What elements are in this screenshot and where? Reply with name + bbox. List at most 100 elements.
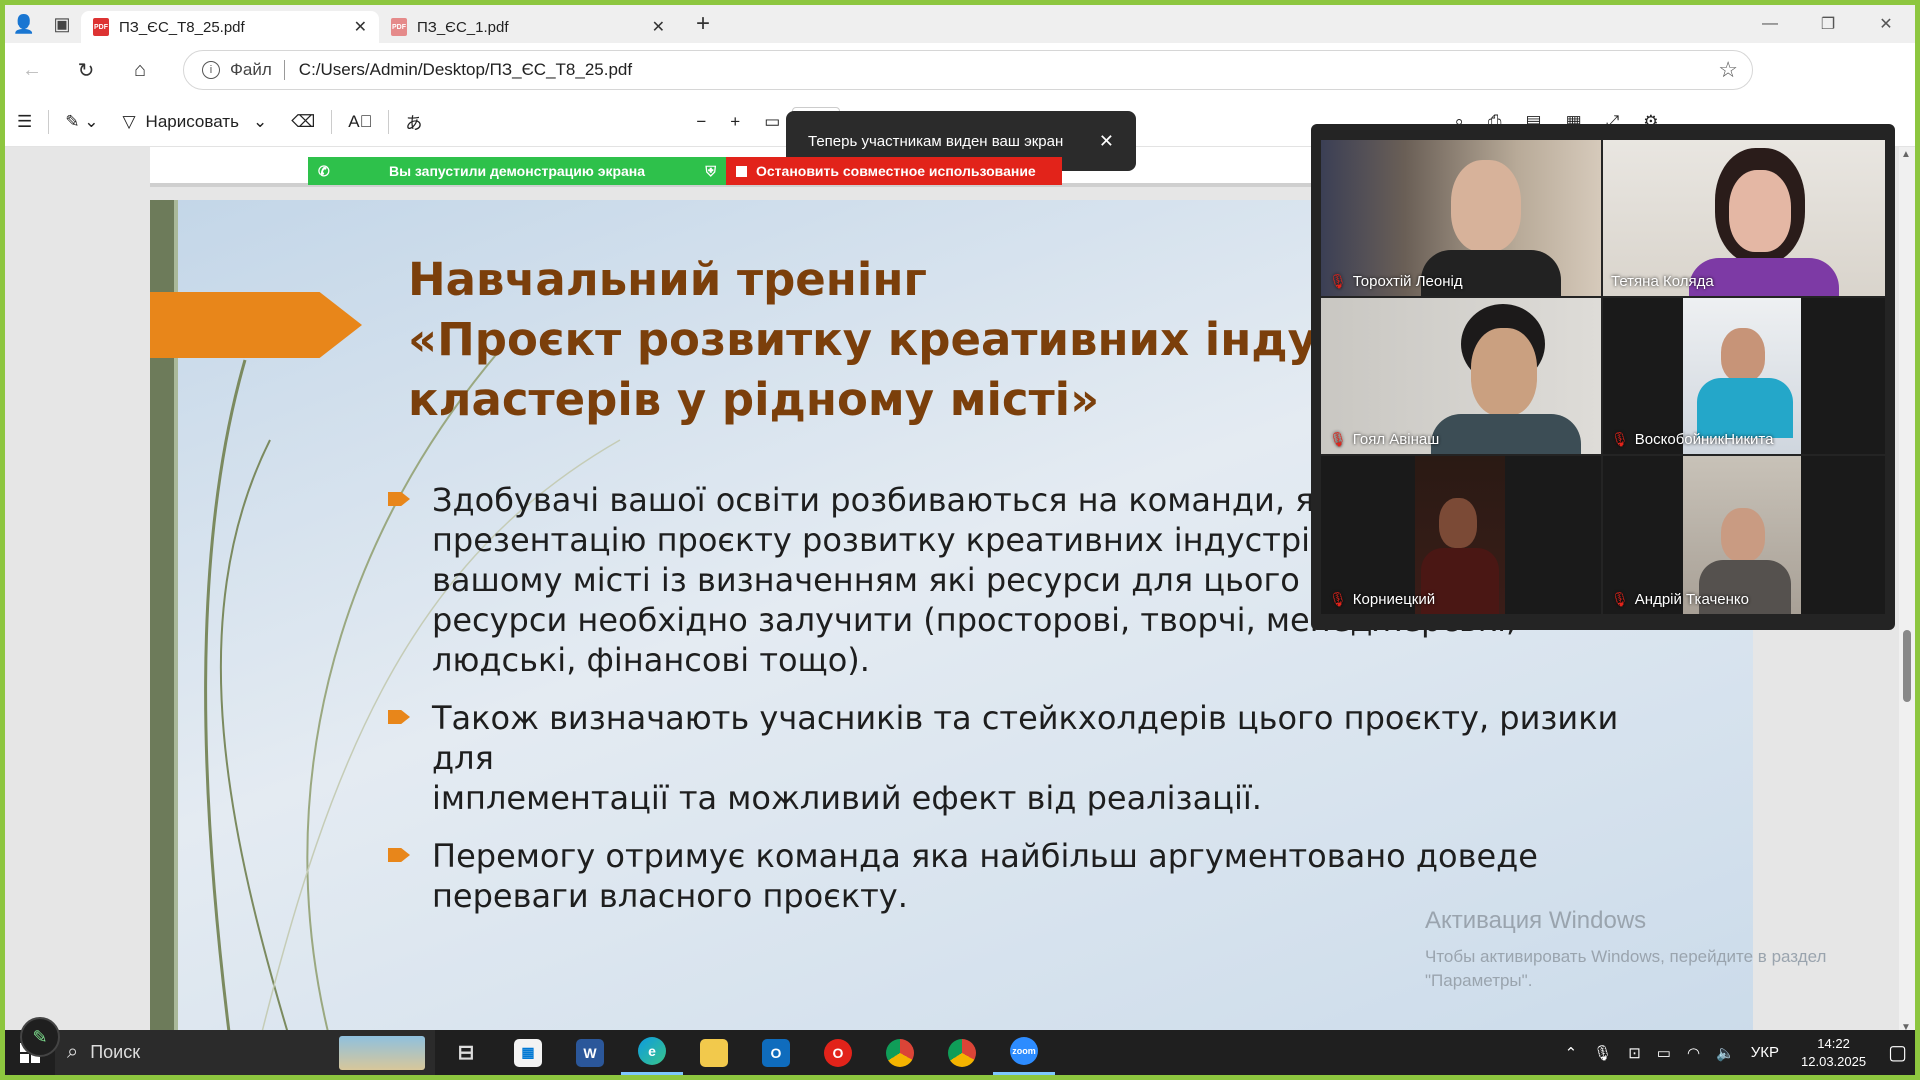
bullet-arrow-icon [388,492,410,506]
minimize-icon[interactable]: — [1741,5,1799,43]
new-tab-button[interactable]: + [683,8,723,40]
tab-bar: 👤 ▣ PDF ПЗ_ЄС_Т8_25.pdf ✕ PDF ПЗ_ЄС_1.pd… [5,5,1915,43]
divider [388,109,390,134]
participant-tile[interactable]: 🎙 Андрій Ткаченко [1603,456,1885,614]
url-text[interactable]: C:/Users/Admin/Desktop/ПЗ_ЄС_Т8_25.pdf [299,60,632,80]
volume-icon[interactable]: 🔈 [1708,1044,1743,1062]
edge-icon: e [638,1037,666,1065]
participant-shirt [1431,414,1581,454]
clock-date: 12.03.2025 [1801,1053,1867,1069]
chrome-profile-app[interactable] [931,1030,993,1075]
pen-menu-icon[interactable]: ✎ [20,1017,60,1057]
notifications-icon[interactable]: ▢ [1880,1040,1915,1065]
contents-icon[interactable]: ☰ [5,102,44,142]
refresh-icon[interactable]: ↻ [59,50,113,90]
participant-name-label: Тетяна Коляда [1611,273,1714,290]
draw-button[interactable]: ▽ Нарисовать ⌄ [110,102,279,142]
participant-name-label: 🎙 Гоял Авінаш [1329,431,1440,448]
tab-actions-icon[interactable]: ▣ [43,5,81,43]
scroll-up-icon[interactable]: ▲ [1901,149,1911,160]
eraser-icon[interactable]: ⌫ [279,102,327,142]
participant-face [1729,170,1791,252]
divider [331,109,333,134]
bullet-arrow-icon [388,710,410,724]
mic-muted-icon: 🎙 [1611,591,1629,607]
zoom-app[interactable]: zoom [993,1030,1055,1075]
video-gallery[interactable]: 🎙 Торохтій Леонід Тетяна Коляда 🎙 Гоял Аві… [1311,124,1895,630]
task-view-icon: ⊟ [457,1042,475,1064]
tab-inactive[interactable]: PDF ПЗ_ЄС_1.pdf ✕ [379,11,677,43]
restore-icon[interactable]: ❐ [1799,5,1857,43]
system-tray: ⌃ 🎙 ⊡ ▭ ◠ 🔈 УКР 14:22 12.03.2025 ▢ [1557,1030,1915,1075]
profile-icon[interactable]: 👤 [5,5,43,43]
vertical-scrollbar[interactable]: ▲ ▼ [1899,147,1915,1035]
address-row: ← ↻ ⌂ i Файл C:/Users/Admin/Desktop/ПЗ_Є… [5,43,1915,120]
zoom-out-icon[interactable]: − [684,102,718,142]
close-toast-icon[interactable]: ✕ [1099,131,1114,152]
stop-icon [736,165,747,177]
windows-taskbar: ⌕ Поиск ⊟ ▦ W e O O zoom ⌃ 🎙 ⊡ ▭ ◠ 🔈 УКР… [5,1030,1915,1075]
opera-app[interactable]: O [807,1030,869,1075]
home-icon[interactable]: ⌂ [113,50,167,90]
mic-muted-icon: 🎙 [1611,431,1629,447]
orange-arrow-banner [150,292,362,358]
participant-tile[interactable]: 🎙 Гоял Авінаш [1321,298,1601,454]
translate-icon[interactable]: あ [393,102,434,142]
microphone-icon[interactable]: 🎙 [1585,1044,1620,1062]
opera-icon: O [824,1038,852,1067]
close-window-icon[interactable]: ✕ [1857,5,1915,43]
phone-icon: ✆ [318,162,330,179]
participant-face [1439,498,1477,548]
camera-status-icon[interactable]: ⊡ [1620,1044,1649,1062]
highlight-icon[interactable]: ✎ ⌄ [53,102,110,142]
scheme-label: Файл [230,60,272,79]
clock[interactable]: 14:22 12.03.2025 [1787,1035,1880,1071]
word-app[interactable]: W [559,1030,621,1075]
close-tab-icon[interactable]: ✕ [652,17,665,37]
tab-title: ПЗ_ЄС_1.pdf [417,18,509,36]
close-tab-icon[interactable]: ✕ [354,17,367,37]
chrome-app[interactable] [869,1030,931,1075]
info-icon[interactable]: i [202,61,220,79]
taskbar-search[interactable]: ⌕ Поиск [55,1030,435,1075]
favorite-star-icon[interactable]: ☆ [1718,57,1738,83]
wifi-icon[interactable]: ◠ [1679,1044,1708,1062]
participant-tile-speaking[interactable]: Тетяна Коляда [1603,140,1885,296]
explorer-app[interactable] [683,1030,745,1075]
mic-muted-icon: 🎙 [1329,591,1347,607]
word-icon: W [576,1038,604,1067]
zoom-in-icon[interactable]: + [718,102,752,142]
pdf-file-icon: PDF [93,18,109,36]
draw-icon: ▽ [122,111,136,131]
participant-tile[interactable]: 🎙 ВоскобойникНикита [1603,298,1885,454]
tab-active[interactable]: PDF ПЗ_ЄС_Т8_25.pdf ✕ [81,11,379,43]
outlook-app[interactable]: O [745,1030,807,1075]
tab-title: ПЗ_ЄС_Т8_25.pdf [119,18,245,36]
participant-tile[interactable]: 🎙 Торохтій Леонід [1321,140,1601,296]
watermark-text: Чтобы активировать Windows, перейдите в … [1425,947,1827,990]
chrome-icon [948,1038,976,1067]
task-view-button[interactable]: ⊟ [435,1030,497,1075]
bullet-item: Також визначають учасників та стейкхолде… [388,698,1688,818]
mic-muted-icon: 🎙 [1329,431,1347,447]
participant-name-label: 🎙 Андрій Ткаченко [1611,591,1749,608]
store-app[interactable]: ▦ [497,1030,559,1075]
chrome-icon [886,1038,914,1067]
read-aloud-icon[interactable]: A᪲ [336,102,384,142]
bullet-text: Також визначають учасників та стейкхолде… [432,699,1619,817]
chevron-down-icon: ⌄ [252,111,268,131]
battery-icon[interactable]: ▭ [1649,1044,1679,1062]
chevron-up-icon[interactable]: ⌃ [1557,1044,1586,1062]
address-bar[interactable]: i Файл C:/Users/Admin/Desktop/ПЗ_ЄС_Т8_2… [183,50,1753,90]
edge-app[interactable]: e [621,1030,683,1075]
participant-face [1721,328,1765,382]
participant-face [1721,508,1765,562]
participant-shirt [1697,378,1793,438]
stop-sharing-button[interactable]: Остановить совместное использование [726,157,1062,185]
search-highlight-image [339,1036,425,1070]
back-icon[interactable]: ← [5,50,59,90]
search-icon: ⌕ [67,1041,79,1063]
participant-tile[interactable]: 🎙 Корниецкий [1321,456,1601,614]
scrollbar-thumb[interactable] [1903,630,1911,702]
language-indicator[interactable]: УКР [1743,1044,1787,1061]
